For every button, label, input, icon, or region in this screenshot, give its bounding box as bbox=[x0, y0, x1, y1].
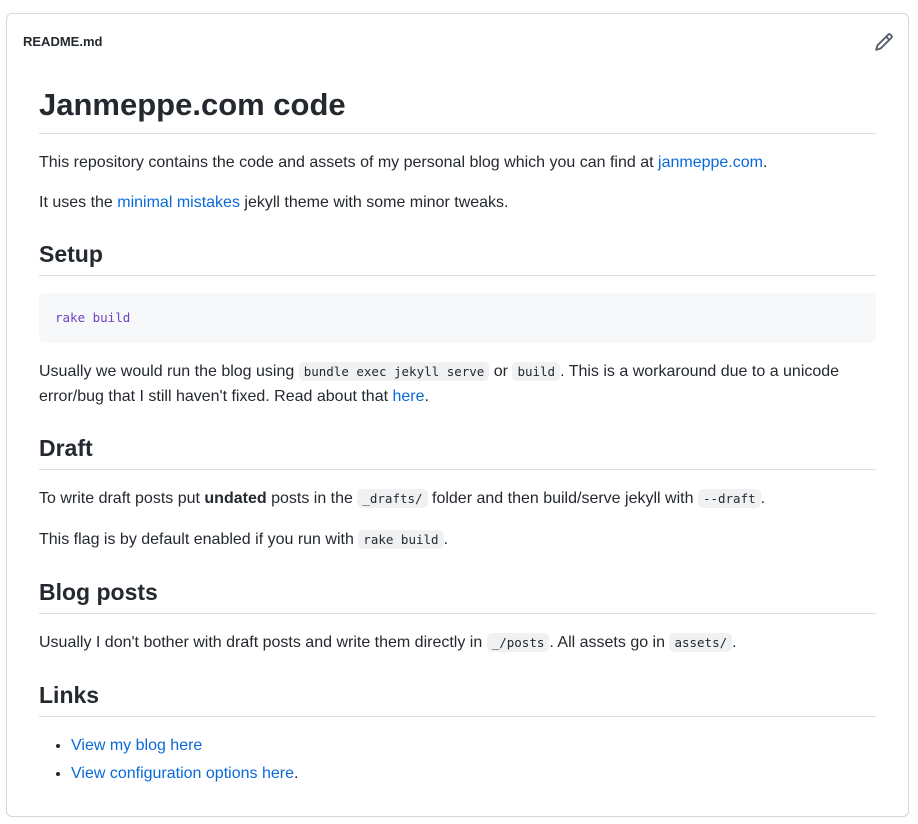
theme-end: jekyll theme with some minor tweaks. bbox=[239, 194, 509, 211]
setup-end: . bbox=[424, 388, 429, 405]
blog-link[interactable]: janmeppe.com bbox=[658, 154, 763, 171]
intro-text: This repository contains the code and as… bbox=[39, 154, 659, 171]
setup-code-block: rake build bbox=[39, 293, 876, 343]
draft-end: . bbox=[443, 531, 449, 548]
draft-text: To write draft posts put bbox=[39, 490, 205, 507]
draft-paragraph-2: This flag is by default enabled if you r… bbox=[39, 527, 876, 552]
blog-posts-text: . All assets go in bbox=[549, 634, 670, 651]
setup-text: Usually we would run the blog using bbox=[39, 363, 299, 380]
view-config-link[interactable]: View configuration options here bbox=[71, 765, 294, 782]
draft-heading: Draft bbox=[39, 434, 876, 470]
theme-link[interactable]: minimal mistakes bbox=[117, 194, 240, 211]
inline-code: bundle exec jekyll serve bbox=[298, 362, 490, 381]
draft-end: . bbox=[760, 490, 766, 507]
draft-text: posts in the bbox=[266, 490, 358, 507]
draft-paragraph-1: To write draft posts put undated posts i… bbox=[39, 486, 876, 511]
here-link[interactable]: here bbox=[392, 388, 424, 405]
inline-code: _/posts bbox=[486, 633, 550, 652]
theme-text: It uses the bbox=[39, 194, 118, 211]
list-item: View configuration options here. bbox=[71, 760, 298, 788]
inline-code: rake build bbox=[358, 530, 444, 549]
links-list: View my blog here View configuration opt… bbox=[39, 732, 298, 788]
blog-posts-text: Usually I don't bother with draft posts … bbox=[39, 634, 487, 651]
readme-box: README.md Janmeppe.com code This reposit… bbox=[6, 13, 909, 817]
inline-code: --draft bbox=[697, 489, 761, 508]
theme-paragraph: It uses the minimal mistakes jekyll them… bbox=[39, 190, 876, 215]
intro-end: . bbox=[762, 154, 768, 171]
draft-text: folder and then build/serve jekyll with bbox=[427, 490, 698, 507]
list-item: View my blog here bbox=[71, 732, 298, 760]
blog-posts-heading: Blog posts bbox=[39, 578, 876, 614]
links-heading: Links bbox=[39, 681, 876, 717]
view-blog-link[interactable]: View my blog here bbox=[71, 737, 202, 754]
pencil-icon[interactable] bbox=[874, 32, 894, 52]
draft-text: This flag is by default enabled if you r… bbox=[39, 531, 359, 548]
inline-code: build bbox=[512, 362, 561, 381]
readme-filename: README.md bbox=[23, 34, 103, 49]
list-item-suffix: . bbox=[293, 765, 299, 782]
intro-paragraph: This repository contains the code and as… bbox=[39, 150, 876, 175]
readme-header: README.md bbox=[7, 14, 908, 68]
setup-text: or bbox=[489, 363, 513, 380]
inline-code: assets/ bbox=[669, 633, 733, 652]
blog-posts-paragraph: Usually I don't bother with draft posts … bbox=[39, 630, 876, 655]
setup-paragraph: Usually we would run the blog using bund… bbox=[39, 359, 876, 409]
draft-bold: undated bbox=[204, 490, 267, 507]
blog-posts-end: . bbox=[732, 634, 737, 651]
inline-code: _drafts/ bbox=[357, 489, 428, 508]
page-title: Janmeppe.com code bbox=[39, 87, 876, 134]
setup-heading: Setup bbox=[39, 240, 876, 276]
